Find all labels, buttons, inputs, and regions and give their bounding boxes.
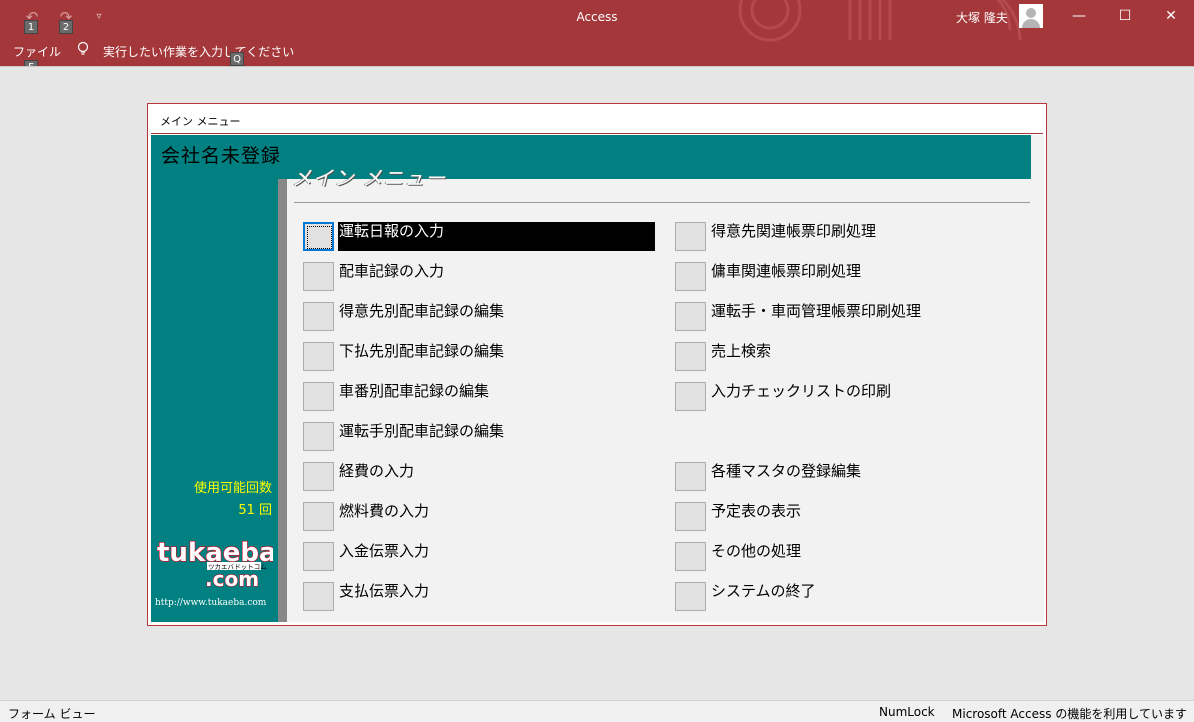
option-label-14[interactable]: 売上検索: [711, 342, 771, 360]
option-button-10[interactable]: [303, 582, 334, 611]
logo-url: http://www.tukaeba.com: [155, 598, 267, 608]
status-bar: フォーム ビュー NumLock Microsoft Access の機能を利用…: [0, 700, 1194, 722]
usage-count: 51 回: [238, 503, 272, 518]
status-message: Microsoft Access の機能を利用しています: [952, 707, 1187, 721]
tukaeba-logo: tukaeba ツカエバドットコム .com: [157, 537, 273, 587]
option-button-17[interactable]: [675, 502, 706, 531]
option-label-15[interactable]: 入力チェックリストの印刷: [711, 382, 891, 400]
option-label-9[interactable]: 入金伝票入力: [339, 542, 429, 560]
avatar[interactable]: [1019, 4, 1043, 28]
option-button-13[interactable]: [675, 302, 706, 331]
window-title: Access: [576, 10, 618, 24]
usage-label: 使用可能回数: [193, 481, 272, 496]
option-button-7[interactable]: [303, 462, 334, 491]
title-bar: ↶ 1 ↷ 2 ▿ Access 大塚 隆夫 — ☐ ✕ ファイル F 実行した…: [0, 0, 1194, 66]
status-numlock: NumLock: [879, 705, 935, 719]
option-label-4[interactable]: 下払先別配車記録の編集: [339, 342, 504, 360]
option-button-19[interactable]: [675, 582, 706, 611]
option-button-12[interactable]: [675, 262, 706, 291]
option-label-7[interactable]: 経費の入力: [339, 462, 414, 480]
header-band: 会社名未登録: [151, 135, 1031, 179]
option-label-1[interactable]: 運転日報の入力: [338, 222, 655, 251]
account-name[interactable]: 大塚 隆夫: [956, 9, 1008, 26]
logo-text-2: .com: [205, 567, 259, 587]
option-label-12[interactable]: 傭車関連帳票印刷処理: [711, 262, 861, 280]
option-button-16[interactable]: [675, 462, 706, 491]
option-label-11[interactable]: 得意先関連帳票印刷処理: [711, 222, 876, 240]
option-label-3[interactable]: 得意先別配車記録の編集: [339, 302, 504, 320]
menu-divider: [294, 202, 1030, 203]
option-button-1[interactable]: [303, 222, 334, 251]
option-button-2[interactable]: [303, 262, 334, 291]
tell-me-keytip: Q: [230, 52, 244, 66]
option-button-8[interactable]: [303, 502, 334, 531]
option-label-18[interactable]: その他の処理: [711, 542, 801, 560]
side-panel: 使用可能回数 51 回 tukaeba ツカエバドットコム .com http:…: [151, 179, 278, 622]
option-button-3[interactable]: [303, 302, 334, 331]
option-button-6[interactable]: [303, 422, 334, 451]
close-button[interactable]: ✕: [1148, 0, 1194, 32]
option-button-5[interactable]: [303, 382, 334, 411]
lightbulb-icon: [77, 41, 89, 55]
status-view: フォーム ビュー: [8, 707, 96, 721]
option-button-18[interactable]: [675, 542, 706, 571]
option-button-9[interactable]: [303, 542, 334, 571]
caption-divider: [151, 133, 1043, 134]
minimize-button[interactable]: —: [1056, 0, 1102, 32]
option-button-14[interactable]: [675, 342, 706, 371]
tell-me-search[interactable]: 実行したい作業を入力してください: [103, 43, 294, 60]
form-caption: メイン メニュー: [160, 115, 241, 128]
option-label-6[interactable]: 運転手別配車記録の編集: [339, 422, 504, 440]
option-label-8[interactable]: 燃料費の入力: [339, 502, 429, 520]
maximize-button[interactable]: ☐: [1102, 0, 1148, 32]
option-label-2[interactable]: 配車記録の入力: [339, 262, 444, 280]
option-label-5[interactable]: 車番別配車記録の編集: [339, 382, 489, 400]
option-button-15[interactable]: [675, 382, 706, 411]
option-label-16[interactable]: 各種マスタの登録編集: [711, 462, 861, 480]
option-button-4[interactable]: [303, 342, 334, 371]
option-label-13[interactable]: 運転手・車両管理帳票印刷処理: [711, 302, 921, 320]
option-label-19[interactable]: システムの終了: [711, 582, 816, 600]
tab-file[interactable]: ファイル: [13, 43, 61, 60]
company-name: 会社名未登録: [161, 145, 282, 167]
menu-title: メイン メニュー: [292, 166, 447, 190]
user-icon: [1026, 8, 1036, 18]
option-button-11[interactable]: [675, 222, 706, 251]
option-label-17[interactable]: 予定表の表示: [711, 502, 801, 520]
option-label-10[interactable]: 支払伝票入力: [339, 582, 429, 600]
